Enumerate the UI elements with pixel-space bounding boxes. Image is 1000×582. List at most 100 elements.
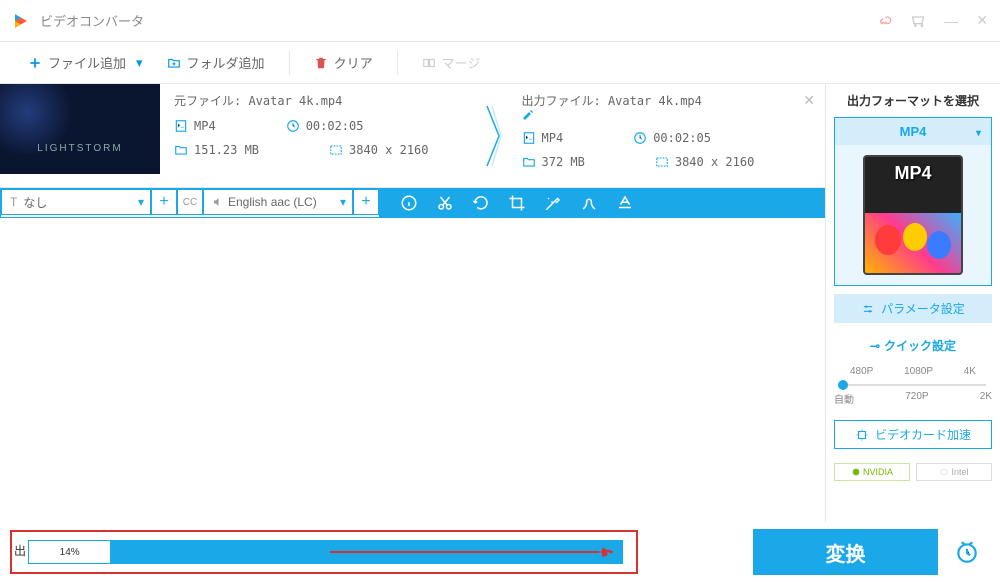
convert-label: 変换 [826, 538, 866, 567]
video-thumbnail[interactable]: LIGHTSTORM [0, 84, 160, 174]
arrow-divider [478, 84, 508, 187]
format-select[interactable]: MP4 ▾ [835, 118, 991, 145]
param-label: パラメータ設定 [881, 300, 965, 317]
add-folder-button[interactable]: フォルダ追加 [159, 49, 273, 76]
quality-slider[interactable]: 480P 1080P 4K 自動 720P 2K [834, 366, 992, 406]
audio-value: English aac (LC) [228, 195, 317, 209]
thumbnail-text: LIGHTSTORM [0, 143, 160, 154]
preset-4k: 4K [964, 366, 976, 377]
format-preview: MP4 [835, 145, 991, 285]
source-format: MP4 [194, 119, 216, 133]
gpu-label: ビデオカード加速 [875, 426, 971, 443]
footer: 出 14% 変换 [0, 522, 1000, 582]
trash-icon [314, 56, 328, 70]
separator [289, 51, 290, 75]
preset-720p: 720P [905, 391, 928, 406]
format-name: MP4 [900, 124, 927, 139]
preset-auto: 自動 [834, 391, 854, 406]
gpu-accel-button[interactable]: ビデオカード加速 [834, 420, 992, 449]
effects-tool-icon[interactable] [535, 188, 571, 218]
source-info: 元ファイル: Avatar 4k.mp4 MP4 00:02:05 151.23… [160, 84, 478, 187]
annotation-arrow [330, 551, 610, 553]
chevron-down-icon: ▾ [976, 128, 981, 139]
output-size: 372 MB [542, 155, 585, 169]
action-bar: Tなし ▾ + CC English aac (LC) ▾ + [0, 188, 825, 218]
merge-button[interactable]: マージ [414, 49, 489, 76]
add-folder-label: フォルダ追加 [187, 53, 265, 72]
parameter-settings-button[interactable]: パラメータ設定 [834, 294, 992, 323]
audio-select[interactable]: English aac (LC) ▾ [203, 189, 353, 215]
source-size: 151.23 MB [194, 143, 259, 157]
plus-icon [28, 56, 42, 70]
schedule-button[interactable] [944, 529, 990, 575]
add-subtitle-button[interactable]: + [151, 189, 177, 215]
slider-thumb[interactable] [838, 380, 848, 390]
output-header: 出力ファイル: Avatar 4k.mp4 [522, 94, 702, 108]
cut-tool-icon[interactable] [427, 188, 463, 218]
info-tool-icon[interactable] [391, 188, 427, 218]
convert-button[interactable]: 変换 [753, 529, 938, 575]
format-tile-label: MP4 [865, 163, 961, 184]
subtitle-value: なし [23, 194, 47, 211]
source-duration: 00:02:05 [306, 119, 364, 133]
intel-chip: Intel [916, 463, 992, 481]
merge-icon [422, 56, 436, 70]
source-header: 元ファイル: Avatar 4k.mp4 [174, 92, 464, 109]
chevron-down-icon: ▾ [136, 55, 143, 71]
watermark-tool-icon[interactable] [571, 188, 607, 218]
toolbar: ファイル追加 ▾ フォルダ追加 クリア マージ [0, 42, 1000, 84]
file-row: LIGHTSTORM 元ファイル: Avatar 4k.mp4 MP4 00:0… [0, 84, 825, 188]
cc-button[interactable]: CC [177, 189, 203, 215]
add-file-button[interactable]: ファイル追加 ▾ [20, 49, 151, 76]
quick-settings-label: ⊸クイック設定 [834, 337, 992, 354]
size-icon [522, 155, 536, 169]
clear-button[interactable]: クリア [306, 49, 381, 76]
open-folder-button[interactable] [597, 542, 617, 562]
resolution-icon [655, 155, 669, 169]
output-info: 出力ファイル: Avatar 4k.mp4 MP4 00:02:05 372 M… [508, 84, 826, 187]
preset-2k: 2K [980, 391, 992, 406]
remove-file-button[interactable]: ✕ [803, 92, 815, 109]
output-label: 出 [14, 542, 26, 559]
preset-1080p: 1080P [904, 366, 933, 377]
clock-icon [286, 119, 300, 133]
activate-icon[interactable] [876, 13, 892, 29]
sidebar-header: 出力フォーマットを選択 [834, 92, 992, 109]
format-icon [522, 131, 536, 145]
progress-text: 14% [60, 547, 80, 558]
merge-label: マージ [442, 53, 481, 72]
edit-filename-icon[interactable] [522, 109, 812, 121]
add-file-label: ファイル追加 [48, 53, 126, 72]
app-logo-icon [12, 12, 30, 30]
sidebar: 出力フォーマットを選択 MP4 ▾ MP4 パラメータ設定 ⊸クイック設定 [825, 84, 1000, 522]
minimize-button[interactable]: — [944, 13, 958, 29]
preset-480p: 480P [850, 366, 873, 377]
subtitle-tool-icon[interactable] [607, 188, 643, 218]
progress-fill: 14% [28, 540, 111, 564]
titlebar: ビデオコンバータ — ✕ [0, 0, 1000, 42]
output-format: MP4 [542, 131, 564, 145]
chip-icon [855, 428, 869, 442]
rotate-tool-icon[interactable] [463, 188, 499, 218]
format-icon [174, 119, 188, 133]
output-duration: 00:02:05 [653, 131, 711, 145]
app-title: ビデオコンバータ [40, 11, 876, 30]
size-icon [174, 143, 188, 157]
close-button[interactable]: ✕ [976, 12, 988, 29]
folder-plus-icon [167, 56, 181, 70]
resolution-icon [329, 143, 343, 157]
chevron-down-icon: ▾ [340, 195, 346, 209]
add-audio-button[interactable]: + [353, 189, 379, 215]
subtitle-select[interactable]: Tなし ▾ [1, 189, 151, 215]
format-box: MP4 ▾ MP4 [834, 117, 992, 286]
clock-icon [633, 131, 647, 145]
sliders-icon [861, 302, 875, 316]
separator [397, 51, 398, 75]
chevron-down-icon: ▾ [138, 195, 144, 209]
nvidia-chip: NVIDIA [834, 463, 910, 481]
output-resolution: 3840 x 2160 [675, 155, 754, 169]
crop-tool-icon[interactable] [499, 188, 535, 218]
clear-label: クリア [334, 53, 373, 72]
source-resolution: 3840 x 2160 [349, 143, 428, 157]
cart-icon[interactable] [910, 13, 926, 29]
